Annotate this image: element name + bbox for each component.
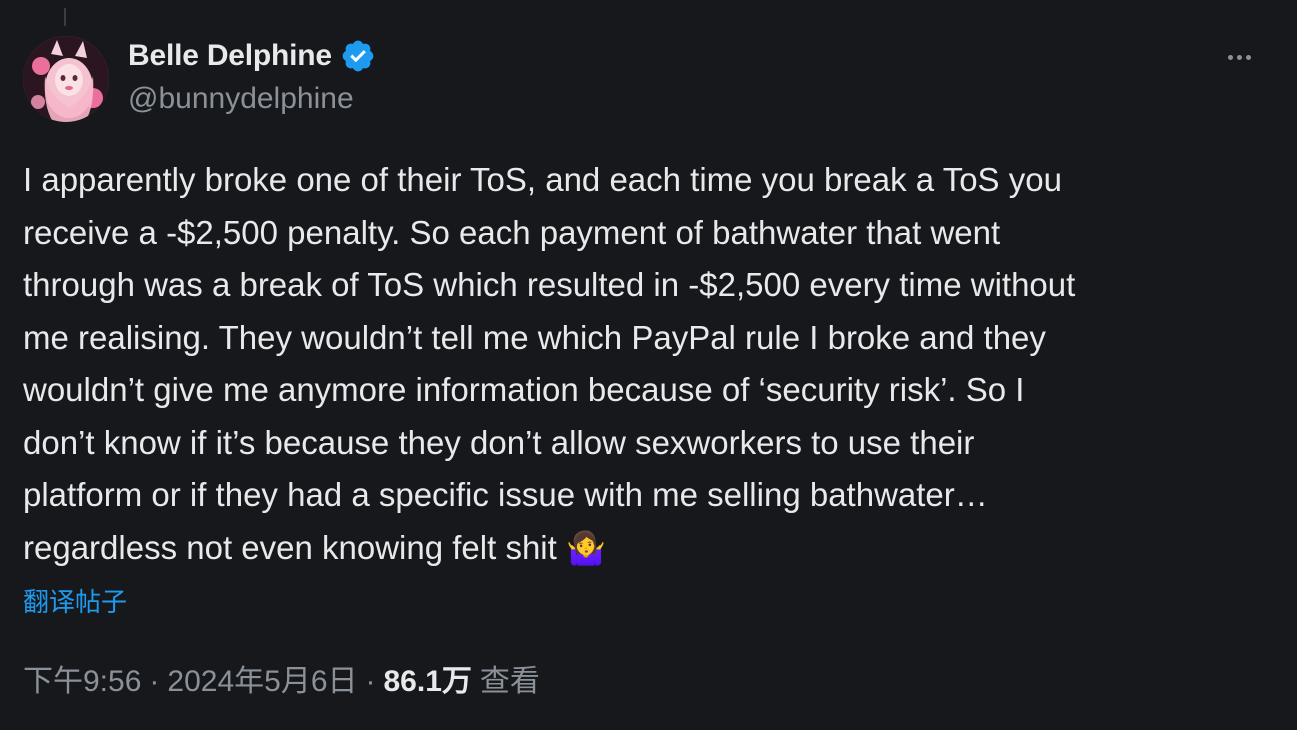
tweet-date[interactable]: 2024年5月6日 (167, 656, 357, 700)
tweet-text-line: me realising. They wouldn’t tell me whic… (23, 318, 1046, 356)
tweet-text-line: I apparently broke one of their ToS, and… (23, 161, 1062, 198)
tweet-text-line: don’t know if it’s because they don’t al… (23, 423, 975, 461)
tweet-card: Belle Delphine @bunnydelphine I apparent… (0, 0, 1297, 730)
tweet-text-line: platform or if they had a specific issue… (23, 476, 988, 513)
avatar[interactable] (23, 36, 109, 122)
meta-separator: · (365, 665, 376, 698)
shrug-emoji-icon: 🤷‍♀️ (565, 529, 606, 566)
tweet-time[interactable]: 下午9:56 (23, 656, 141, 700)
tweet-text-line: through was a break of ToS which resulte… (23, 266, 1076, 303)
thread-connector-line (64, 8, 66, 26)
author-display-name[interactable]: Belle Delphine (128, 39, 332, 73)
tweet-text-line: receive a -$2,500 penalty. So each payme… (23, 213, 1001, 251)
tweet-text: I apparently broke one of their ToS, and… (23, 154, 1273, 574)
tweet-meta: 下午9:56 · 2024年5月6日 · 86.1万 查看 (23, 656, 540, 700)
views-label[interactable]: 查看 (480, 656, 540, 700)
views-count[interactable]: 86.1万 (384, 656, 472, 700)
tweet-text-line: regardless not even knowing felt shit (23, 528, 557, 566)
more-horizontal-icon (1227, 54, 1233, 60)
more-dot (1236, 54, 1242, 60)
author-handle[interactable]: @bunnydelphine (128, 82, 354, 116)
more-dot (1245, 54, 1251, 60)
avatar-image (23, 36, 109, 122)
meta-separator: · (149, 665, 160, 698)
author-name-row[interactable]: Belle Delphine (128, 38, 376, 74)
tweet-text-line: wouldn’t give me anymore information bec… (23, 371, 1025, 408)
verified-badge-icon[interactable] (340, 38, 376, 74)
translate-post-link[interactable]: 翻译帖子 (23, 582, 127, 619)
more-options-button[interactable] (1219, 42, 1259, 72)
